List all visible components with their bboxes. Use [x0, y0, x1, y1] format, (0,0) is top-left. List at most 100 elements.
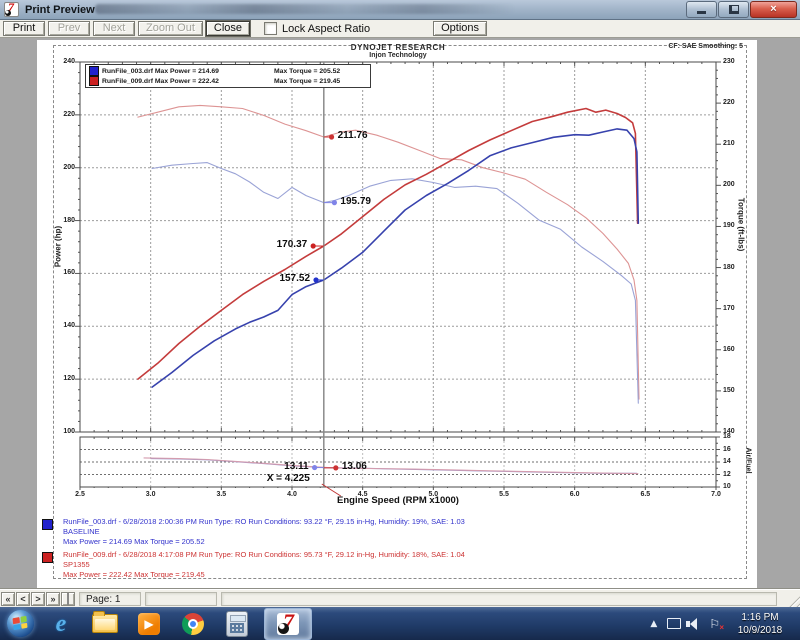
- zoom-out-button[interactable]: Zoom Out: [138, 21, 203, 36]
- desktop-screen: 7 Print Preview × Print Prev Next Zoom O…: [0, 0, 800, 640]
- taskbar-item-file-explorer[interactable]: [88, 610, 122, 638]
- next-button[interactable]: Next: [93, 21, 135, 36]
- action-center-flag-icon[interactable]: ⚐×: [709, 617, 720, 631]
- legend-swatch-blue: [89, 66, 99, 76]
- legend-swatch-red: [89, 76, 99, 86]
- legend-row-sp1355: RunFile_009.drf Max Power = 222.42 Max T…: [89, 76, 367, 86]
- dynojet-app-icon: 7: [277, 613, 299, 635]
- page-indicator: Page: 1: [79, 592, 141, 606]
- close-window-button[interactable]: ×: [750, 1, 797, 18]
- legend-text: RunFile_003.drf Max Power = 214.69: [102, 68, 274, 75]
- prev-page-button[interactable]: <: [16, 592, 30, 606]
- document-icon: [67, 593, 69, 605]
- lock-aspect-ratio-control: Lock Aspect Ratio: [264, 22, 370, 35]
- torque-tick-label: 160: [723, 346, 735, 354]
- rpm-axis-title: Engine Speed (RPM x1000): [298, 495, 498, 506]
- run-name: SP1355: [63, 560, 90, 569]
- run-max-values: Max Power = 222.42 Max Torque = 219.45: [63, 570, 205, 579]
- status-panel-2: [145, 592, 217, 606]
- windows-flag-icon: [12, 616, 27, 630]
- taskbar-item-internet-explorer[interactable]: e: [44, 610, 78, 638]
- torque-axis-title: Torque (ft-lbs): [737, 180, 746, 270]
- taskbar-clock[interactable]: 1:16 PM 10/9/2018: [730, 611, 790, 637]
- cursor-value-label: 13.06: [342, 461, 367, 472]
- power-tick-label: 180: [53, 217, 75, 225]
- options-button[interactable]: Options: [433, 21, 487, 36]
- taskbar-item-media-player[interactable]: ▶: [132, 610, 166, 638]
- taskbar-item-calculator[interactable]: [220, 610, 254, 638]
- x-tick-label: 4.0: [280, 491, 304, 499]
- close-icon: ×: [770, 4, 776, 15]
- run-swatch-red: [42, 552, 53, 563]
- cursor-value-label: 195.79: [340, 196, 371, 207]
- app-icon: 7: [4, 2, 19, 17]
- run-info-line: RunFile_009.drf - 6/28/2018 4:17:08 PM R…: [63, 550, 465, 559]
- torque-tick-label: 210: [723, 140, 735, 148]
- x-tick-label: 5.0: [421, 491, 445, 499]
- run-info-line: RunFile_003.drf - 6/28/2018 2:00:36 PM R…: [63, 517, 465, 526]
- soccer-ball-icon: [278, 623, 289, 634]
- next-page-button[interactable]: >: [31, 592, 45, 606]
- lock-aspect-ratio-checkbox[interactable]: [264, 22, 277, 35]
- calculator-icon: [226, 611, 248, 637]
- legend-torque: Max Torque = 205.52: [274, 68, 340, 75]
- power-tick-label: 200: [53, 164, 75, 172]
- torque-tick-label: 230: [723, 58, 735, 66]
- chart-legend: RunFile_003.drf Max Power = 214.69 Max T…: [85, 64, 371, 88]
- x-tick-label: 3.5: [209, 491, 233, 499]
- cursor-value-label: 13.11: [284, 461, 308, 472]
- statusbar: « < > » Page: 1: [0, 589, 800, 608]
- x-tick-label: 6.5: [633, 491, 657, 499]
- restore-button[interactable]: [718, 1, 749, 18]
- internet-explorer-icon: e: [56, 612, 67, 636]
- x-tick-label: 5.5: [492, 491, 516, 499]
- print-preview-toolbar: Print Prev Next Zoom Out Close Lock Aspe…: [0, 20, 800, 38]
- clock-date: 10/9/2018: [730, 624, 790, 637]
- cursor-x-label: X = 4.225: [267, 473, 310, 484]
- airfuel-tick-label: 14: [723, 458, 731, 466]
- taskbar-item-chrome[interactable]: [176, 610, 210, 638]
- power-tick-label: 160: [53, 269, 75, 277]
- x-tick-label: 3.0: [139, 491, 163, 499]
- legend-torque: Max Torque = 219.45: [274, 78, 340, 85]
- minimize-button[interactable]: [686, 1, 717, 18]
- run-max-values: Max Power = 214.69 Max Torque = 205.52: [63, 537, 205, 546]
- print-button[interactable]: Print: [3, 21, 45, 36]
- taskbar: e ▶ 7 ▲ ⚐× 1:16 PM 10/9/2018: [0, 607, 800, 640]
- torque-tick-label: 190: [723, 222, 735, 230]
- run-name: BASELINE: [63, 527, 100, 536]
- resize-grip[interactable]: [785, 593, 800, 608]
- last-page-button[interactable]: »: [46, 592, 60, 606]
- close-button[interactable]: Close: [206, 21, 250, 36]
- ghost-background-title: [95, 4, 515, 14]
- volume-icon[interactable]: [690, 618, 697, 630]
- run-swatch-blue: [42, 519, 53, 530]
- start-button[interactable]: [7, 610, 34, 637]
- power-tick-label: 220: [53, 111, 75, 119]
- torque-tick-label: 150: [723, 387, 735, 395]
- network-icon[interactable]: [667, 618, 681, 629]
- page-setup-button[interactable]: [61, 592, 75, 606]
- chrome-icon: [182, 613, 204, 635]
- airfuel-tick-label: 16: [723, 446, 731, 454]
- power-tick-label: 100: [53, 428, 75, 436]
- legend-text: RunFile_009.drf Max Power = 222.42: [102, 78, 274, 85]
- first-page-button[interactable]: «: [1, 592, 15, 606]
- minimize-icon: [697, 11, 706, 14]
- torque-tick-label: 200: [723, 181, 735, 189]
- x-tick-label: 6.0: [563, 491, 587, 499]
- preview-client-area: DYNOJET RESEARCH Injon Technology CF: SA…: [0, 38, 800, 589]
- preview-page[interactable]: DYNOJET RESEARCH Injon Technology CF: SA…: [37, 40, 757, 588]
- airfuel-axis-title: Air/Fuel: [745, 431, 752, 491]
- torque-tick-label: 170: [723, 305, 735, 313]
- power-tick-label: 140: [53, 322, 75, 330]
- hidden-icons-arrow[interactable]: ▲: [650, 619, 657, 629]
- status-panel-3: [221, 592, 777, 606]
- taskbar-item-dynojet-active[interactable]: 7: [264, 608, 312, 640]
- window-title: Print Preview: [25, 4, 95, 16]
- prev-button[interactable]: Prev: [48, 21, 90, 36]
- window-controls: ×: [685, 1, 797, 18]
- x-tick-label: 4.5: [351, 491, 375, 499]
- cursor-value-label: 170.37: [277, 239, 308, 250]
- dyno-ball-icon: [5, 10, 11, 16]
